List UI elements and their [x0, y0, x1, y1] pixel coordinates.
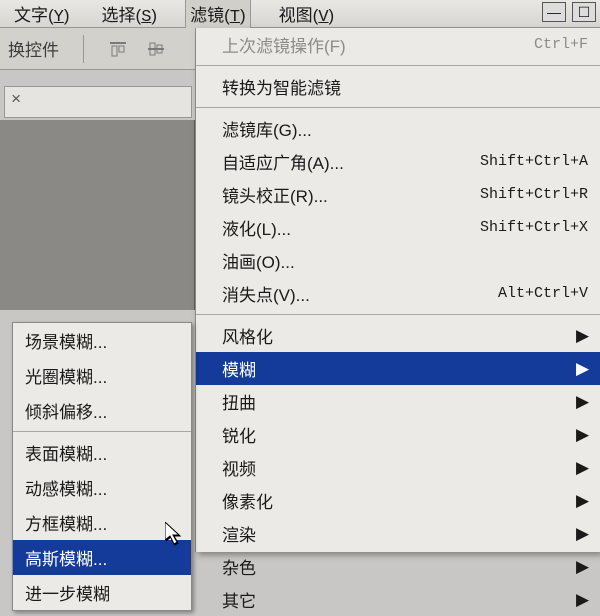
menubar: 文字(Y) 选择(S) 滤镜(T) 视图(V) — ☐	[0, 0, 600, 28]
window-buttons: — ☐	[542, 2, 596, 22]
tilt-shift-item[interactable]: 倾斜偏移...	[13, 393, 191, 428]
field-blur-item[interactable]: 场景模糊...	[13, 323, 191, 358]
filter-dropdown: 上次滤镜操作(F) Ctrl+F 转换为智能滤镜 滤镜库(G)... 自适应广角…	[195, 28, 600, 552]
blur-submenu[interactable]: 模糊▶	[196, 352, 600, 385]
motion-blur-item[interactable]: 动感模糊...	[13, 470, 191, 505]
render-submenu[interactable]: 渲染▶	[196, 517, 600, 550]
menu-view[interactable]: 视图(V)	[275, 0, 339, 29]
menu-select[interactable]: 选择(S)	[98, 0, 162, 29]
minimize-button[interactable]: —	[542, 2, 566, 22]
close-tab-icon[interactable]: ×	[11, 91, 21, 110]
maximize-button[interactable]: ☐	[572, 2, 596, 22]
menu-text[interactable]: 文字(Y)	[10, 0, 74, 29]
oil-paint-item[interactable]: 油画(O)...	[196, 244, 600, 277]
stylize-submenu[interactable]: 风格化▶	[196, 319, 600, 352]
video-submenu[interactable]: 视频▶	[196, 451, 600, 484]
adaptive-wideangle-item[interactable]: 自适应广角(A)...Shift+Ctrl+A	[196, 145, 600, 178]
filter-gallery-item[interactable]: 滤镜库(G)...	[196, 112, 600, 145]
sharpen-submenu[interactable]: 锐化▶	[196, 418, 600, 451]
box-blur-item[interactable]: 方框模糊...	[13, 505, 191, 540]
canvas-area	[0, 120, 195, 310]
blur-submenu-panel: 场景模糊... 光圈模糊... 倾斜偏移... 表面模糊... 动感模糊... …	[12, 322, 192, 611]
liquify-item[interactable]: 液化(L)...Shift+Ctrl+X	[196, 211, 600, 244]
menu-filter[interactable]: 滤镜(T)	[185, 0, 251, 30]
lens-correction-item[interactable]: 镜头校正(R)...Shift+Ctrl+R	[196, 178, 600, 211]
convert-smart-filter-item[interactable]: 转换为智能滤镜	[196, 70, 600, 103]
other-submenu[interactable]: 其它▶	[196, 583, 600, 616]
align-center-icon[interactable]	[146, 39, 166, 59]
pixelate-submenu[interactable]: 像素化▶	[196, 484, 600, 517]
tab-well: ×	[4, 86, 192, 118]
iris-blur-item[interactable]: 光圈模糊...	[13, 358, 191, 393]
noise-submenu[interactable]: 杂色▶	[196, 550, 600, 583]
vanishing-point-item[interactable]: 消失点(V)...Alt+Ctrl+V	[196, 277, 600, 310]
gaussian-blur-item[interactable]: 高斯模糊...	[13, 540, 191, 575]
options-label: 换控件	[8, 36, 59, 61]
distort-submenu[interactable]: 扭曲▶	[196, 385, 600, 418]
surface-blur-item[interactable]: 表面模糊...	[13, 435, 191, 470]
last-filter-item: 上次滤镜操作(F) Ctrl+F	[196, 28, 600, 61]
blur-more-item[interactable]: 进一步模糊	[13, 575, 191, 610]
align-top-icon[interactable]	[108, 39, 128, 59]
